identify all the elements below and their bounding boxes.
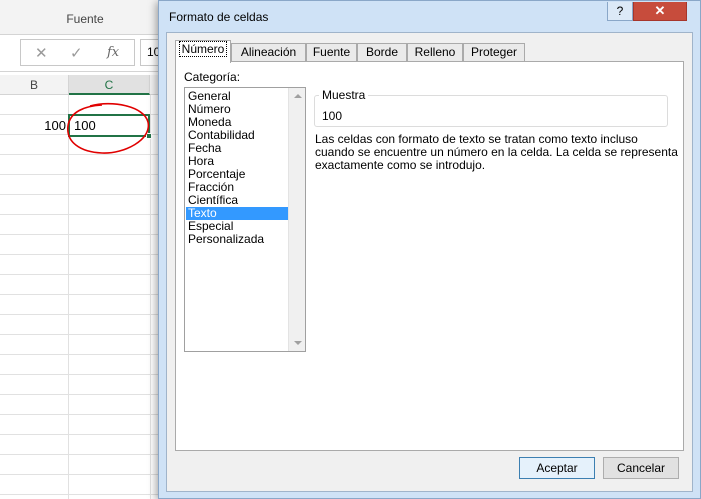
fill-handle[interactable] xyxy=(146,133,152,139)
sample-value: 100 xyxy=(322,109,343,123)
numero-tab-panel: Categoría: General Número Moneda Contabi… xyxy=(175,61,684,451)
category-list[interactable]: General Número Moneda Contabilidad Fecha… xyxy=(184,87,306,352)
format-cells-dialog: Formato de celdas ? ✕ Número Alineación … xyxy=(158,0,701,499)
column-header-b[interactable]: B xyxy=(0,75,69,95)
grid-line xyxy=(150,95,151,499)
accept-button[interactable]: Aceptar xyxy=(519,457,595,479)
tab-fuente[interactable]: Fuente xyxy=(306,43,357,62)
tab-borde[interactable]: Borde xyxy=(357,43,407,62)
formula-buttons: ✕ ✓ fx xyxy=(20,39,135,66)
cell-c4-value: 100 xyxy=(74,118,96,133)
cancel-icon[interactable]: ✕ xyxy=(35,44,48,62)
cell-b4[interactable]: 100 xyxy=(0,116,68,136)
close-button[interactable]: ✕ xyxy=(633,2,687,21)
tab-proteger[interactable]: Proteger xyxy=(463,43,525,62)
category-scrollbar[interactable] xyxy=(288,88,305,351)
scroll-down-icon[interactable] xyxy=(294,341,302,345)
dialog-titlebar[interactable]: Formato de celdas ? ✕ xyxy=(159,1,700,32)
tab-alineacion[interactable]: Alineación xyxy=(231,43,306,62)
ribbon-group-font-label: Fuente xyxy=(0,0,170,35)
check-icon[interactable]: ✓ xyxy=(70,44,83,62)
category-label: Categoría: xyxy=(184,70,241,84)
tab-relleno[interactable]: Relleno xyxy=(407,43,463,62)
help-button[interactable]: ? xyxy=(607,2,633,21)
tab-numero[interactable]: Número xyxy=(175,40,231,63)
cancel-button[interactable]: Cancelar xyxy=(603,457,679,479)
column-header-c[interactable]: C xyxy=(69,75,150,95)
format-description: Las celdas con formato de texto se trata… xyxy=(315,132,678,172)
category-item[interactable]: Personalizada xyxy=(186,233,288,246)
insert-function-icon[interactable]: fx xyxy=(107,45,119,60)
scroll-up-icon[interactable] xyxy=(294,94,302,98)
sample-label: Muestra xyxy=(319,88,369,102)
dialog-title: Formato de celdas xyxy=(169,10,269,24)
cell-c4-selected[interactable]: 100 xyxy=(68,114,152,139)
dialog-client-area: Número Alineación Fuente Borde Relleno P… xyxy=(166,32,693,492)
grid-line xyxy=(68,95,69,499)
